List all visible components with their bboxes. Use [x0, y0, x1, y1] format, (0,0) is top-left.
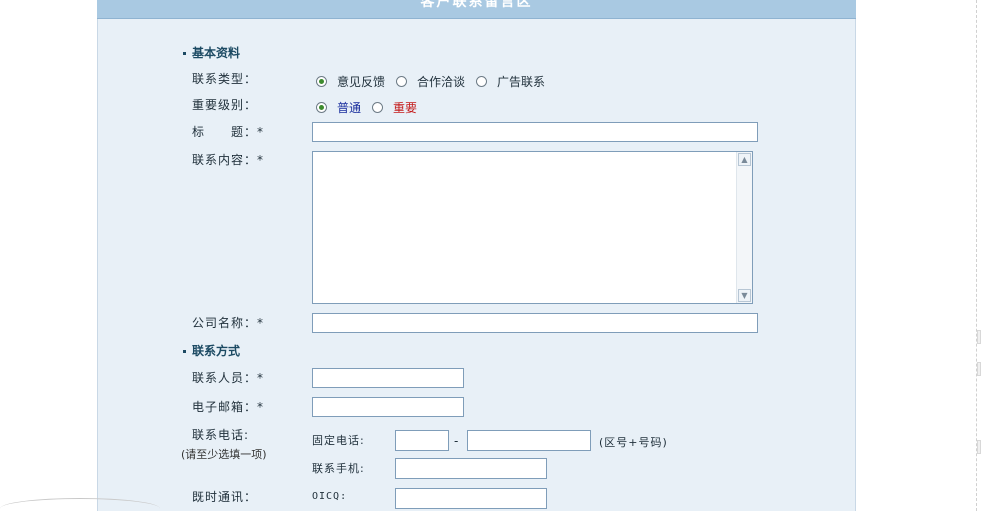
- radio-contact-type-feedback[interactable]: 意见反馈: [316, 73, 385, 90]
- mobile-label: 联系手机:: [312, 462, 365, 475]
- phone-label: 联系电话:: [192, 428, 250, 442]
- radio-label: 意见反馈: [337, 75, 386, 89]
- textarea-scrollbar[interactable]: ▲ ▼: [736, 152, 752, 303]
- section-basic-info: 基本资料: [183, 44, 240, 61]
- radio-label: 广告联系: [497, 75, 546, 89]
- company-input[interactable]: [312, 313, 758, 333]
- contact-type-label: 联系类型：: [192, 72, 258, 86]
- panel-header: 客户联系留言区: [97, 0, 856, 19]
- content-label: 联系内容：*: [192, 153, 265, 167]
- phone-hint: (请至少选填一项): [181, 448, 267, 461]
- email-label: 电子邮箱：*: [192, 400, 265, 414]
- section-bullet-icon: [183, 52, 186, 55]
- edge-fragment: [977, 362, 981, 376]
- scroll-up-arrow-icon[interactable]: ▲: [738, 153, 751, 166]
- scroll-down-arrow-icon[interactable]: ▼: [738, 289, 751, 302]
- im-label: 既时通讯：: [192, 490, 258, 504]
- phone-number-input[interactable]: [467, 430, 591, 451]
- radio-button-icon[interactable]: [476, 76, 487, 87]
- title-input[interactable]: [312, 122, 758, 142]
- edge-fragment: [977, 440, 981, 454]
- section-contact: 联系方式: [183, 342, 240, 359]
- panel-title: 客户联系留言区: [420, 0, 533, 10]
- bottom-left-curve: [0, 498, 160, 519]
- area-code-input[interactable]: [395, 430, 449, 451]
- oicq-input[interactable]: [395, 488, 547, 509]
- phone-dash: -: [454, 434, 460, 448]
- radio-contact-type-cooperation[interactable]: 合作洽谈: [396, 73, 465, 90]
- mobile-input[interactable]: [395, 458, 547, 479]
- radio-contact-type-ads[interactable]: 广告联系: [476, 73, 545, 90]
- radio-label: 重要: [393, 101, 418, 115]
- radio-importance-important[interactable]: 重要: [372, 99, 417, 116]
- importance-label: 重要级别：: [192, 98, 258, 112]
- edge-fragment: [977, 330, 981, 344]
- landline-label: 固定电话:: [312, 434, 365, 447]
- radio-button-icon[interactable]: [372, 102, 383, 113]
- email-input[interactable]: [312, 397, 464, 417]
- person-label: 联系人员：*: [192, 371, 265, 385]
- radio-label: 普通: [337, 101, 362, 115]
- area-code-hint: (区号+号码): [599, 436, 668, 449]
- person-input[interactable]: [312, 368, 464, 388]
- company-label: 公司名称：*: [192, 316, 265, 330]
- title-label: 标 题：*: [192, 125, 265, 139]
- radio-button-icon[interactable]: [316, 76, 327, 87]
- section-basic-label: 基本资料: [192, 46, 241, 60]
- section-bullet-icon: [183, 350, 186, 353]
- radio-button-icon[interactable]: [316, 102, 327, 113]
- radio-button-icon[interactable]: [396, 76, 407, 87]
- oicq-label: OICQ:: [312, 491, 348, 502]
- section-contact-label: 联系方式: [192, 344, 241, 358]
- content-textarea[interactable]: ▲ ▼: [312, 151, 753, 304]
- radio-importance-normal[interactable]: 普通: [316, 99, 361, 116]
- radio-label: 合作洽谈: [417, 75, 466, 89]
- page-edge-divider: [976, 0, 978, 511]
